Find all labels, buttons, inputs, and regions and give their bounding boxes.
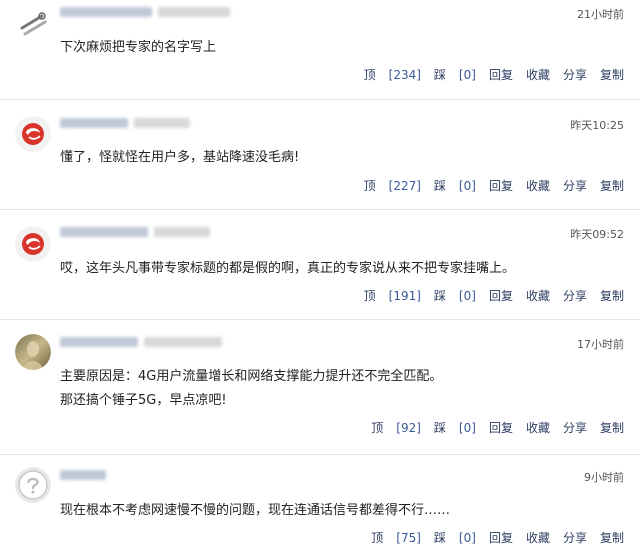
reply-button[interactable]: 回复 — [489, 177, 513, 194]
share-button[interactable]: 分享 — [563, 66, 587, 83]
comment-item: 21小时前 下次麻烦把专家的名字写上 顶 [234] 踩 [0] 回复 收藏 分享 … — [0, 0, 640, 100]
blurred-user-info — [60, 225, 210, 239]
comment-time: 昨天10:25 — [570, 119, 624, 132]
blurred-user-info — [60, 335, 222, 349]
upvote-button[interactable]: 顶 [75] — [371, 529, 421, 546]
avatar[interactable] — [15, 334, 51, 370]
photo-avatar-icon — [15, 334, 51, 370]
share-button[interactable]: 分享 — [563, 287, 587, 304]
default-user-icon — [15, 467, 51, 503]
red-swirl-logo-icon — [15, 226, 51, 262]
reply-button[interactable]: 回复 — [489, 529, 513, 546]
comment-text: 现在根本不考虑网速慢不慢的问题，现在连通话信号都差得不行…… — [60, 503, 451, 518]
copy-button[interactable]: 复制 — [600, 529, 624, 546]
comment-time: 昨天09:52 — [570, 228, 624, 241]
favorite-button[interactable]: 收藏 — [526, 66, 550, 83]
comment-text: 下次麻烦把专家的名字写上 — [60, 40, 217, 55]
downvote-button[interactable]: 踩 [0] — [434, 177, 476, 194]
comment-time: 9小时前 — [584, 471, 624, 484]
avatar[interactable] — [15, 226, 51, 262]
comment-list: 21小时前 下次麻烦把专家的名字写上 顶 [234] 踩 [0] 回复 收藏 分享 … — [0, 0, 640, 553]
upvote-button[interactable]: 顶 [227] — [364, 177, 421, 194]
comment-text: 懂了，怪就怪在用户多，基站降速没毛病! — [60, 150, 300, 165]
downvote-button[interactable]: 踩 [0] — [434, 529, 476, 546]
comment-item: 昨天10:25 懂了，怪就怪在用户多，基站降速没毛病! 顶 [227] 踩 [0] … — [0, 100, 640, 210]
copy-button[interactable]: 复制 — [600, 287, 624, 304]
comment-time: 17小时前 — [577, 338, 624, 351]
comment-text: 哎，这年头凡事带专家标题的都是假的啊，真正的专家说从来不把专家挂嘴上。 — [60, 261, 516, 276]
comment-text-line-2: 那还搞个锤子5G，早点凉吧! — [60, 393, 227, 408]
favorite-button[interactable]: 收藏 — [526, 177, 550, 194]
copy-button[interactable]: 复制 — [600, 419, 624, 436]
avatar[interactable] — [15, 116, 51, 152]
avatar[interactable] — [15, 467, 51, 503]
upvote-button[interactable]: 顶 [234] — [364, 66, 421, 83]
downvote-button[interactable]: 踩 [0] — [434, 66, 476, 83]
reply-button[interactable]: 回复 — [489, 66, 513, 83]
downvote-button[interactable]: 踩 [0] — [434, 419, 476, 436]
blurred-user-info — [60, 468, 106, 482]
red-swirl-logo-icon — [15, 116, 51, 152]
upvote-button[interactable]: 顶 [92] — [371, 419, 421, 436]
favorite-button[interactable]: 收藏 — [526, 419, 550, 436]
blurred-user-info — [60, 116, 190, 130]
comment-actions: 顶 [227] 踩 [0] 回复 收藏 分享 复制 — [364, 177, 624, 194]
favorite-button[interactable]: 收藏 — [526, 287, 550, 304]
reply-button[interactable]: 回复 — [489, 419, 513, 436]
upvote-button[interactable]: 顶 [191] — [364, 287, 421, 304]
favorite-button[interactable]: 收藏 — [526, 529, 550, 546]
share-button[interactable]: 分享 — [563, 419, 587, 436]
avatar[interactable] — [15, 6, 51, 42]
comment-actions: 顶 [234] 踩 [0] 回复 收藏 分享 复制 — [364, 66, 624, 83]
copy-button[interactable]: 复制 — [600, 177, 624, 194]
comment-item: 17小时前 主要原因是：4G用户流量增长和网络支撑能力提升还不完全匹配。 那还搞… — [0, 320, 640, 455]
comment-actions: 顶 [92] 踩 [0] 回复 收藏 分享 复制 — [371, 419, 624, 436]
comment-actions: 顶 [75] 踩 [0] 回复 收藏 分享 复制 — [371, 529, 624, 546]
copy-button[interactable]: 复制 — [600, 66, 624, 83]
wrench-icon — [15, 6, 51, 42]
comment-text: 主要原因是：4G用户流量增长和网络支撑能力提升还不完全匹配。 — [60, 369, 443, 384]
comment-item: 9小时前 现在根本不考虑网速慢不慢的问题，现在连通话信号都差得不行…… 顶 [75… — [0, 455, 640, 553]
comment-actions: 顶 [191] 踩 [0] 回复 收藏 分享 复制 — [364, 287, 624, 304]
reply-button[interactable]: 回复 — [489, 287, 513, 304]
comment-item: 昨天09:52 哎，这年头凡事带专家标题的都是假的啊，真正的专家说从来不把专家挂… — [0, 210, 640, 320]
share-button[interactable]: 分享 — [563, 529, 587, 546]
downvote-button[interactable]: 踩 [0] — [434, 287, 476, 304]
blurred-user-info — [60, 5, 230, 19]
comment-time: 21小时前 — [577, 8, 624, 21]
share-button[interactable]: 分享 — [563, 177, 587, 194]
